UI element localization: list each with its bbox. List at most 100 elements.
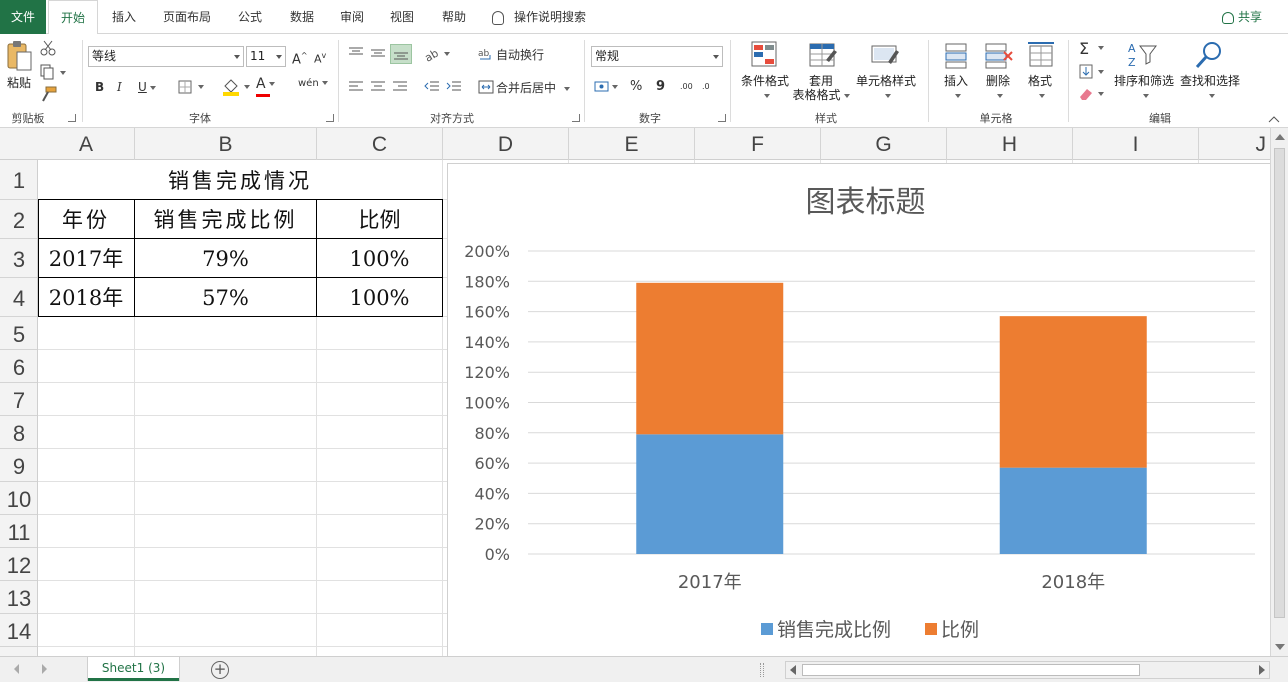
number-launcher-icon[interactable] xyxy=(718,114,726,122)
insert-cells-button[interactable]: 插入 xyxy=(936,74,976,102)
underline-button[interactable]: U xyxy=(138,77,156,97)
next-sheet-icon[interactable] xyxy=(42,664,47,674)
row-header-13[interactable]: 13 xyxy=(0,581,37,614)
font-launcher-icon[interactable] xyxy=(326,114,334,122)
row-header-8[interactable]: 8 xyxy=(0,416,37,449)
sort-filter-icon[interactable]: AZ xyxy=(1126,40,1160,73)
sort-filter-button[interactable]: 排序和筛选 xyxy=(1112,74,1176,102)
column-header-i[interactable]: I xyxy=(1073,128,1199,160)
row-header-12[interactable]: 12 xyxy=(0,548,37,581)
delete-cells-button[interactable]: 删除 xyxy=(978,74,1018,102)
format-as-table-icon[interactable] xyxy=(808,40,838,73)
format-as-table-button[interactable]: 套用 表格格式 xyxy=(790,74,852,102)
format-cells-button[interactable]: 格式 xyxy=(1020,74,1060,102)
grow-font-button[interactable]: A^ xyxy=(292,46,308,70)
column-header-j[interactable]: J xyxy=(1199,128,1270,160)
row-header-10[interactable]: 10 xyxy=(0,482,37,515)
tab-insert[interactable]: 插入 xyxy=(100,0,148,34)
decrease-decimal-button[interactable]: .0 xyxy=(702,77,710,97)
row-header-2[interactable]: 2 xyxy=(0,200,37,239)
conditional-format-button[interactable]: 条件格式 xyxy=(736,74,794,102)
borders-icon[interactable] xyxy=(178,80,206,97)
accounting-format-icon[interactable] xyxy=(594,80,620,97)
decrease-indent-icon[interactable] xyxy=(424,80,440,97)
cell-c3[interactable]: 100% xyxy=(317,239,442,277)
shrink-font-button[interactable]: Av xyxy=(314,46,326,70)
clear-icon[interactable] xyxy=(1078,86,1108,105)
scroll-right-icon[interactable] xyxy=(1259,665,1265,675)
tab-data[interactable]: 数据 xyxy=(278,0,326,34)
scroll-up-icon[interactable] xyxy=(1275,134,1285,140)
tell-me-search[interactable]: 操作说明搜索 xyxy=(492,0,586,34)
scroll-down-icon[interactable] xyxy=(1275,644,1285,650)
cell-c4[interactable]: 100% xyxy=(317,278,442,316)
align-middle-icon[interactable] xyxy=(370,46,386,63)
column-header-c[interactable]: C xyxy=(317,128,443,160)
column-header-e[interactable]: E xyxy=(569,128,695,160)
merge-center-button[interactable]: 合并后居中 xyxy=(496,78,571,98)
find-select-icon[interactable] xyxy=(1194,40,1224,73)
align-top-icon[interactable] xyxy=(348,46,364,63)
phonetic-button[interactable]: wén xyxy=(298,74,328,94)
cell-styles-button[interactable]: 单元格样式 xyxy=(854,74,918,102)
percent-style-button[interactable]: % xyxy=(630,77,642,97)
row-header-9[interactable]: 9 xyxy=(0,449,37,482)
row-header-3[interactable]: 3 xyxy=(0,239,37,278)
column-header-a[interactable]: A xyxy=(38,128,135,160)
horizontal-scroll-thumb[interactable] xyxy=(802,664,1140,676)
tab-split-handle[interactable] xyxy=(760,663,764,677)
horizontal-scrollbar[interactable] xyxy=(785,661,1270,679)
header-sales-ratio[interactable]: 销售完成比例 xyxy=(135,200,316,238)
format-painter-icon[interactable] xyxy=(40,86,58,105)
scroll-left-icon[interactable] xyxy=(790,665,796,675)
column-header-f[interactable]: F xyxy=(695,128,821,160)
fill-color-icon[interactable] xyxy=(222,78,252,99)
italic-button[interactable]: I xyxy=(117,77,122,97)
row-header-14[interactable]: 14 xyxy=(0,614,37,647)
row-header-6[interactable]: 6 xyxy=(0,350,37,383)
conditional-format-icon[interactable] xyxy=(750,40,780,73)
increase-indent-icon[interactable] xyxy=(446,80,462,97)
paste-icon[interactable] xyxy=(6,40,32,75)
font-size-select[interactable]: 11 xyxy=(246,46,286,67)
alignment-launcher-icon[interactable] xyxy=(572,114,580,122)
column-header-b[interactable]: B xyxy=(135,128,317,160)
row-header-5[interactable]: 5 xyxy=(0,317,37,350)
tab-view[interactable]: 视图 xyxy=(380,0,424,34)
tab-file[interactable]: 文件 xyxy=(0,0,46,34)
font-color-button[interactable]: A xyxy=(256,74,275,94)
column-header-d[interactable]: D xyxy=(443,128,569,160)
bold-button[interactable]: B xyxy=(95,77,104,97)
align-left-icon[interactable] xyxy=(348,80,364,97)
merge-center-icon[interactable] xyxy=(478,80,494,97)
cell-a3[interactable]: 2017年 xyxy=(38,239,134,277)
sheet-tab-sheet1-3[interactable]: Sheet1 (3) xyxy=(88,657,179,681)
tab-formulas[interactable]: 公式 xyxy=(226,0,274,34)
cell-b3[interactable]: 79% xyxy=(135,239,316,277)
align-center-icon[interactable] xyxy=(370,80,386,97)
orientation-icon[interactable]: ab xyxy=(422,46,452,65)
collapse-ribbon-icon[interactable] xyxy=(1268,112,1280,126)
prev-sheet-icon[interactable] xyxy=(14,664,19,674)
number-format-select[interactable]: 常规 xyxy=(591,46,723,67)
vertical-scrollbar[interactable] xyxy=(1270,128,1288,656)
align-bottom-icon[interactable] xyxy=(390,44,412,64)
tab-review[interactable]: 审阅 xyxy=(330,0,374,34)
row-header-11[interactable]: 11 xyxy=(0,515,37,548)
cut-icon[interactable] xyxy=(40,40,56,59)
delete-cells-icon[interactable] xyxy=(984,40,1014,73)
vertical-scroll-thumb[interactable] xyxy=(1274,148,1285,618)
insert-cells-icon[interactable] xyxy=(942,40,970,73)
fill-icon[interactable] xyxy=(1078,64,1108,83)
cell-b4[interactable]: 57% xyxy=(135,278,316,316)
add-sheet-button[interactable]: + xyxy=(211,661,229,679)
clipboard-launcher-icon[interactable] xyxy=(68,114,76,122)
column-header-h[interactable]: H xyxy=(947,128,1073,160)
comma-style-button[interactable]: 9 xyxy=(656,77,665,97)
cell-a4[interactable]: 2018年 xyxy=(38,278,134,316)
wrap-text-icon[interactable]: ab xyxy=(478,46,494,65)
wrap-text-button[interactable]: 自动换行 xyxy=(496,45,544,65)
copy-icon[interactable] xyxy=(40,64,66,83)
tab-help[interactable]: 帮助 xyxy=(430,0,478,34)
header-ratio[interactable]: 比例 xyxy=(317,200,442,238)
